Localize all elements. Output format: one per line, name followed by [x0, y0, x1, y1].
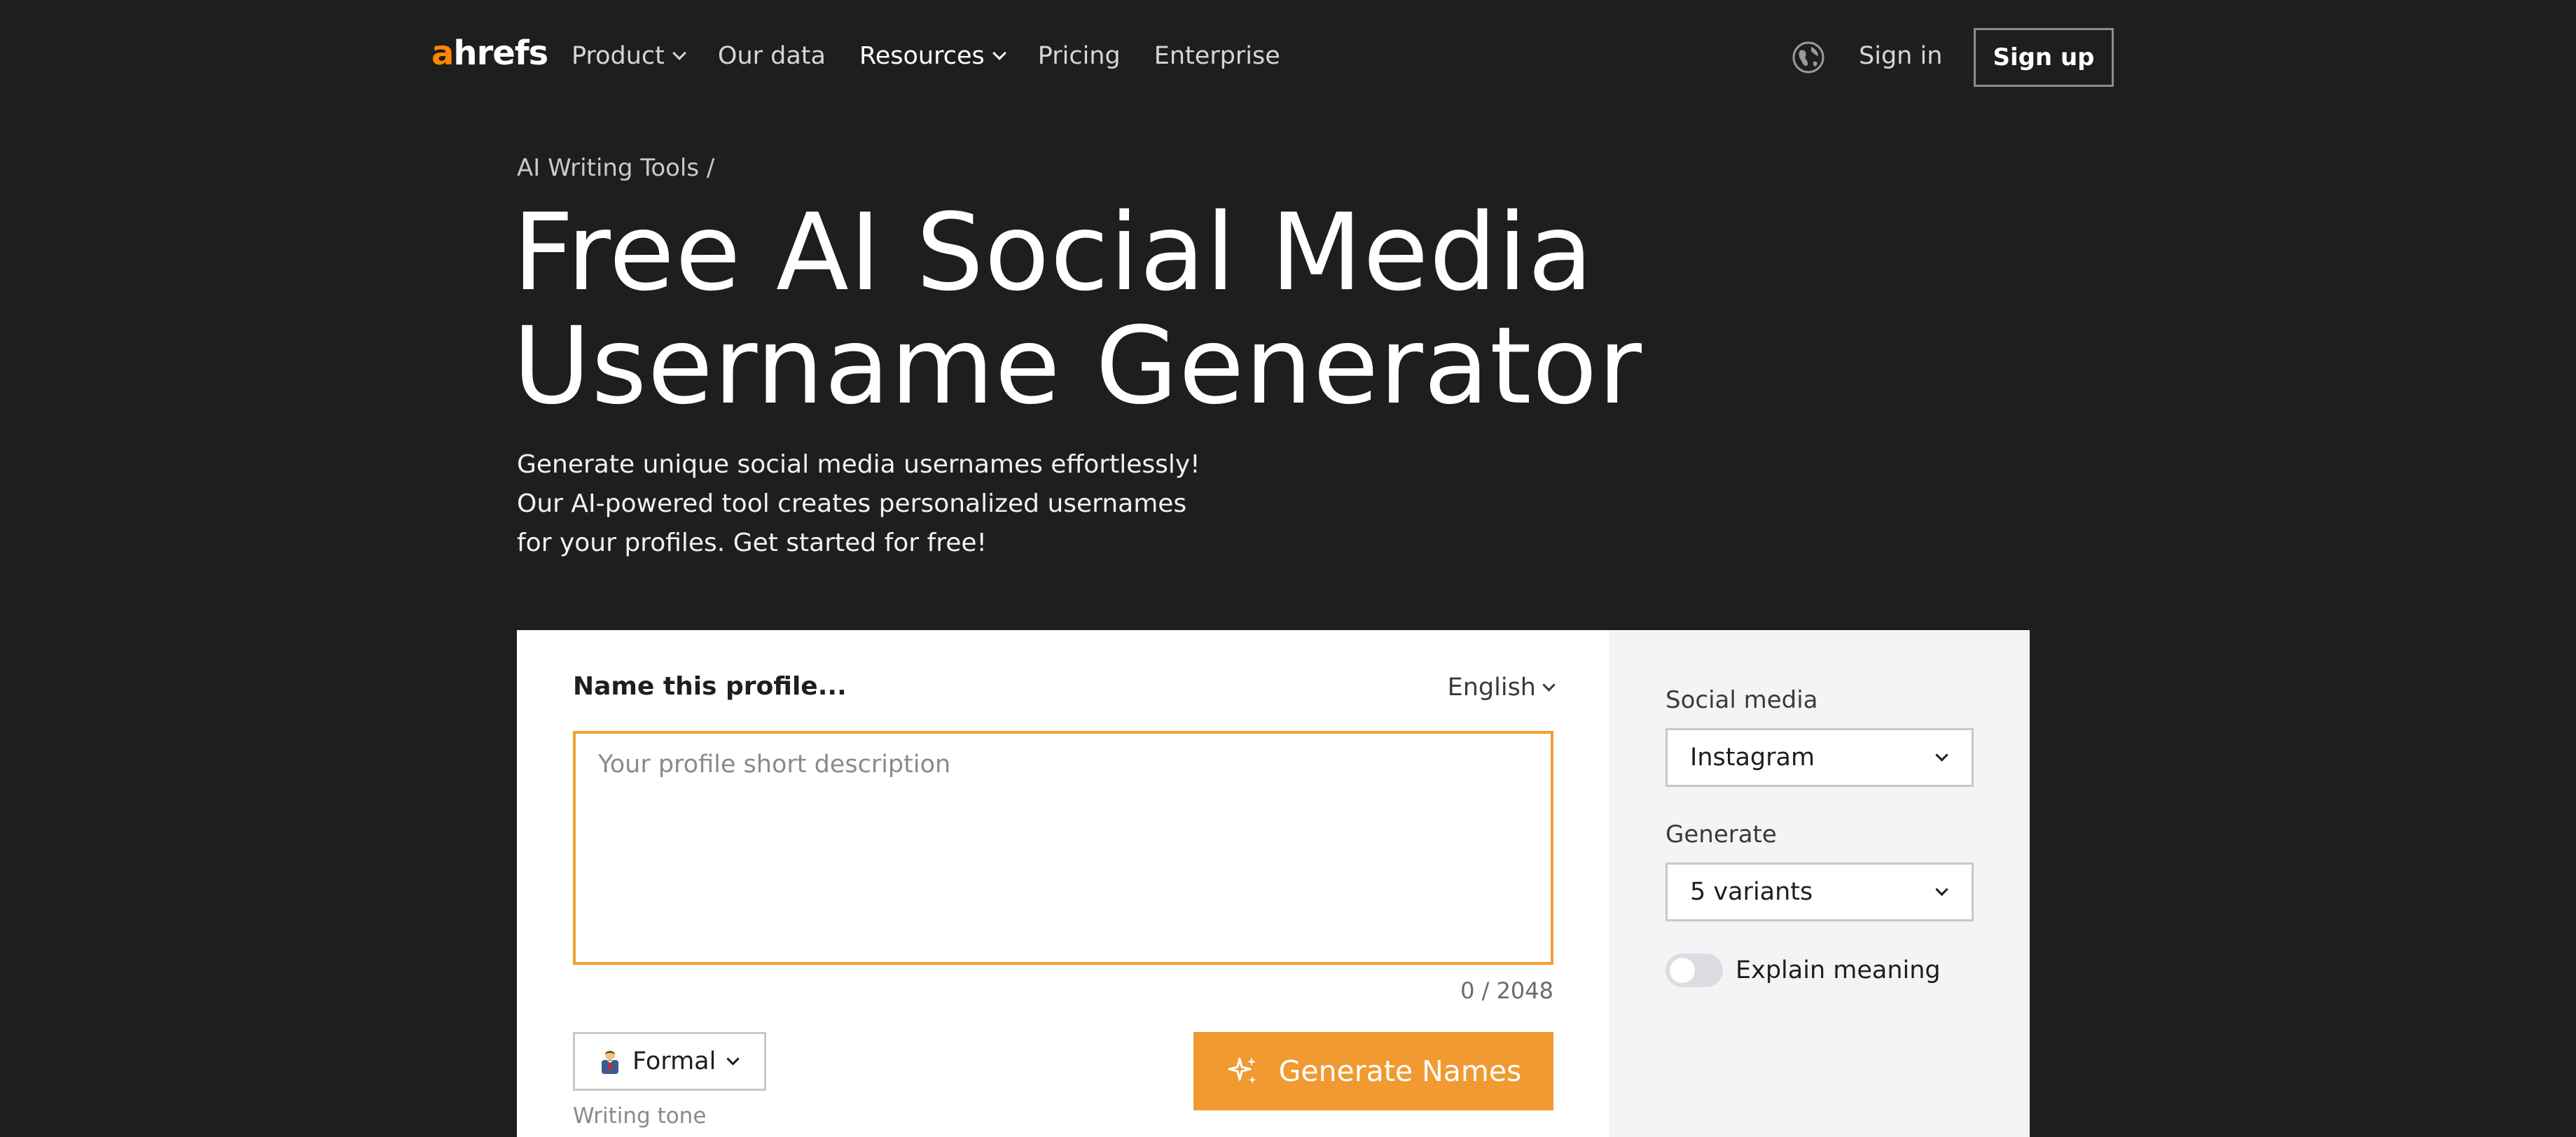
social-media-value: Instagram: [1690, 744, 1815, 772]
description-line-1: Generate unique social media usernames e…: [517, 450, 1200, 479]
social-media-label: Social media: [1666, 686, 1818, 714]
explain-meaning-label: Explain meaning: [1736, 956, 1941, 984]
nav-enterprise-label: Enterprise: [1154, 42, 1280, 70]
social-media-select[interactable]: Instagram: [1666, 728, 1974, 787]
generate-count-select[interactable]: 5 variants: [1666, 863, 1974, 921]
breadcrumb[interactable]: AI Writing Tools /: [517, 154, 714, 182]
page-description: Generate unique social media usernames e…: [517, 445, 1203, 563]
chevron-down-icon: [672, 46, 686, 60]
top-navigation: ahrefs Product Our data Resources Pricin…: [0, 0, 2576, 112]
sign-in-link[interactable]: Sign in: [1859, 39, 1942, 73]
writing-tone-select[interactable]: Formal: [573, 1032, 766, 1091]
logo-accent-letter: a: [431, 34, 454, 73]
main-nav: Product Our data Resources Pricing Enter…: [572, 39, 1314, 73]
generate-count-value: 5 variants: [1690, 878, 1813, 906]
explain-meaning-toggle[interactable]: [1666, 954, 1723, 987]
sparkle-icon: [1228, 1057, 1256, 1084]
tone-value: Formal: [632, 1047, 716, 1075]
nav-resources-label: Resources: [859, 42, 985, 70]
nav-resources[interactable]: Resources: [859, 39, 1006, 73]
chevron-down-icon: [1935, 882, 1948, 896]
nav-pricing-label: Pricing: [1037, 42, 1121, 70]
sign-up-button[interactable]: Sign up: [1974, 28, 2114, 87]
chevron-down-icon: [992, 46, 1006, 60]
generate-count-label: Generate: [1666, 821, 1777, 849]
nav-enterprise[interactable]: Enterprise: [1154, 39, 1280, 73]
nav-product[interactable]: Product: [572, 39, 686, 73]
description-line-2: Our AI-powered tool creates personalized…: [517, 489, 1187, 518]
nav-our-data-label: Our data: [717, 42, 826, 70]
profile-description-input[interactable]: [573, 731, 1553, 965]
explain-meaning-row: Explain meaning: [1666, 954, 1941, 987]
nav-product-label: Product: [572, 42, 665, 70]
chevron-down-icon: [1542, 678, 1556, 692]
toggle-knob: [1670, 958, 1695, 983]
generator-input-panel: Name this profile... English 0 / 2048 Fo…: [517, 630, 1609, 1137]
nav-our-data[interactable]: Our data: [718, 39, 826, 73]
logo-text: hrefs: [453, 34, 548, 73]
generate-names-button[interactable]: Generate Names: [1193, 1032, 1553, 1110]
generate-names-label: Generate Names: [1278, 1054, 1522, 1088]
tone-emoji-icon: [597, 1049, 623, 1074]
page-title-line-2: Username Generator: [513, 304, 1643, 428]
chevron-down-icon: [726, 1052, 740, 1066]
chevron-down-icon: [1935, 748, 1948, 762]
profile-input-label: Name this profile...: [573, 672, 847, 701]
page-title-line-1: Free AI Social Media: [513, 190, 1594, 314]
character-counter: 0 / 2048: [1460, 977, 1553, 1004]
page-title: Free AI Social Media Username Generator: [513, 196, 1843, 423]
language-value: English: [1447, 674, 1536, 702]
description-line-3: for your profiles. Get started for free!: [517, 529, 987, 557]
nav-pricing[interactable]: Pricing: [1038, 39, 1121, 73]
writing-tone-caption: Writing tone: [573, 1103, 707, 1129]
globe-icon[interactable]: [1792, 41, 1825, 74]
language-select[interactable]: English: [1447, 674, 1556, 702]
ahrefs-logo[interactable]: ahrefs: [431, 31, 548, 76]
generator-options-panel: Social media Instagram Generate 5 varian…: [1609, 630, 2030, 1137]
